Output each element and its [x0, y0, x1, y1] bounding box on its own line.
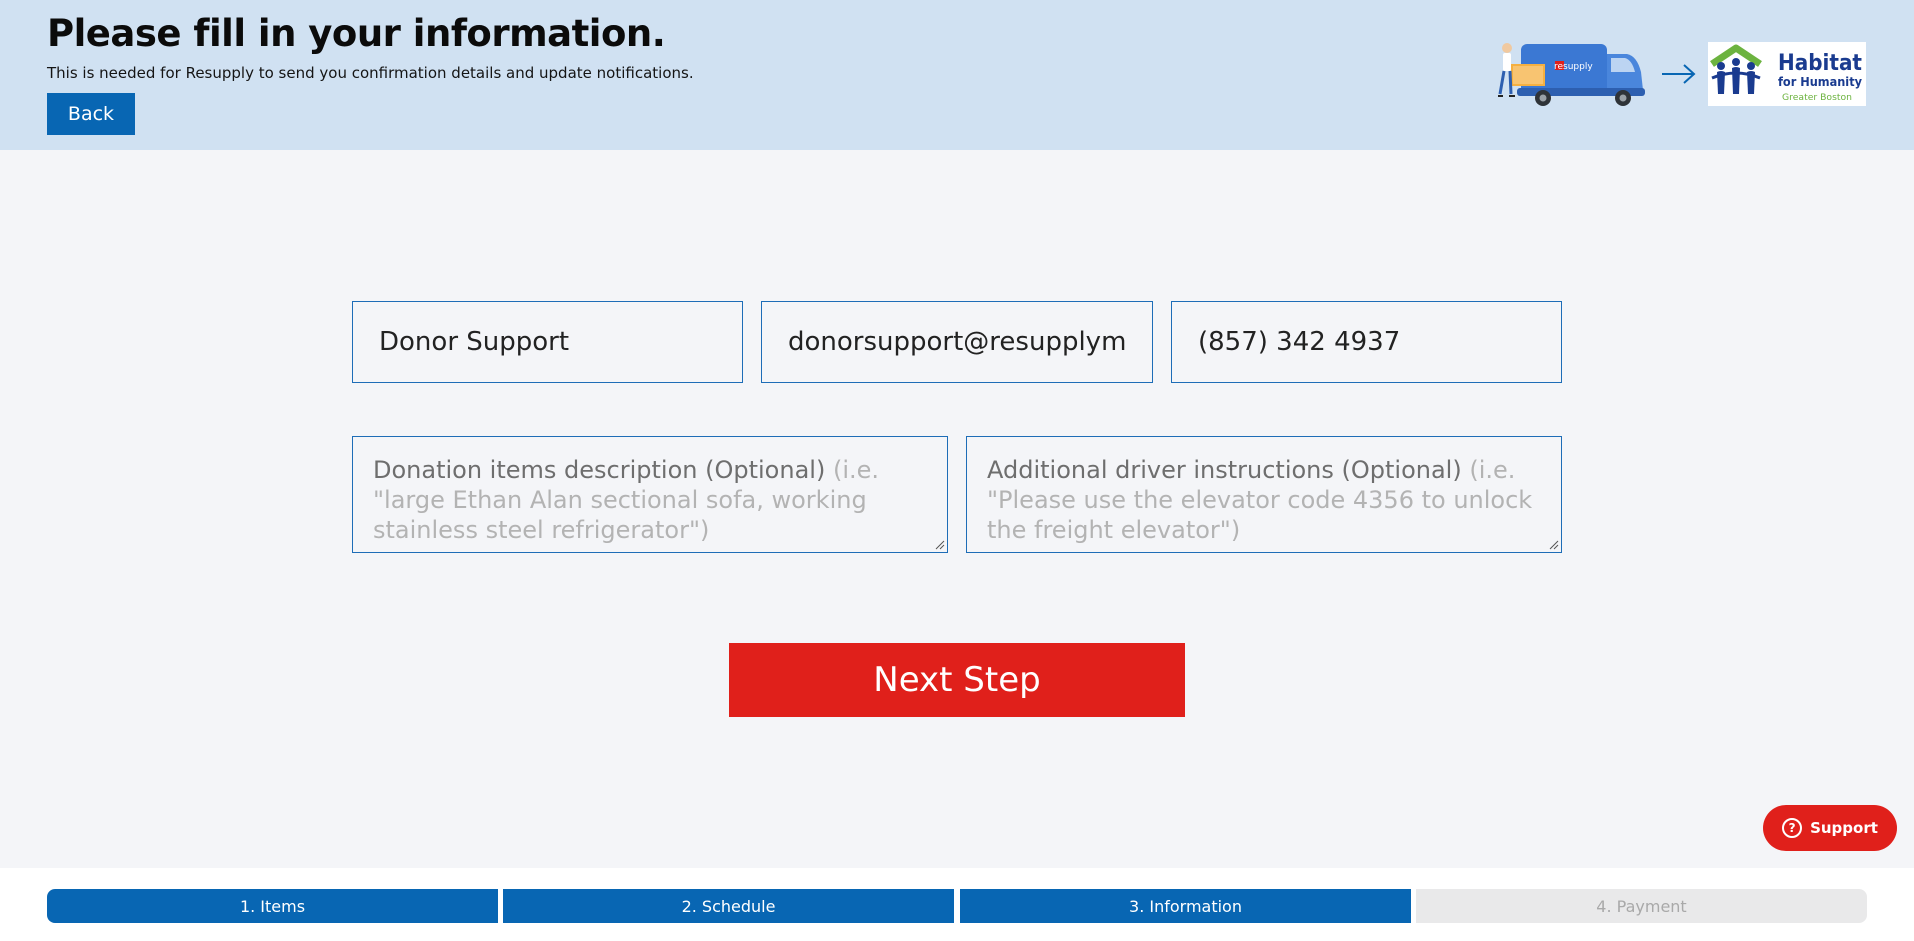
- next-step-button[interactable]: Next Step: [729, 643, 1185, 717]
- habitat-for-humanity-logo: Habitat for Humanity Greater Boston: [1708, 42, 1866, 106]
- habitat-logo-line2: for Humanity: [1778, 75, 1862, 89]
- delivery-truck-illustration: resupply: [1498, 43, 1645, 106]
- step-schedule[interactable]: 2. Schedule: [503, 889, 954, 923]
- description-placeholder-label: Donation items description (Optional): [373, 456, 826, 484]
- step-items[interactable]: 1. Items: [47, 889, 498, 923]
- truck-brand-label: resupply: [1554, 62, 1593, 72]
- email-input[interactable]: [761, 301, 1153, 383]
- instructions-placeholder-label: Additional driver instructions (Optional…: [987, 456, 1462, 484]
- habitat-logo-line1: Habitat: [1778, 51, 1862, 76]
- help-question-icon: ?: [1782, 818, 1803, 838]
- resize-handle-icon[interactable]: [935, 540, 945, 550]
- donation-description-textarea[interactable]: Donation items description (Optional) (i…: [352, 436, 948, 553]
- resize-handle-icon[interactable]: [1549, 540, 1559, 550]
- step-payment: 4. Payment: [1416, 889, 1867, 923]
- step-information[interactable]: 3. Information: [960, 889, 1411, 923]
- phone-input[interactable]: [1171, 301, 1562, 383]
- page-title: Please fill in your information.: [47, 12, 666, 55]
- back-button[interactable]: Back: [47, 93, 135, 135]
- page-header: Please fill in your information. This is…: [0, 0, 1914, 150]
- driver-instructions-textarea[interactable]: Additional driver instructions (Optional…: [966, 436, 1562, 553]
- support-button-label: Support: [1810, 819, 1878, 837]
- page-subtitle: This is needed for Resupply to send you …: [47, 64, 694, 82]
- habitat-logo-line3: Greater Boston: [1782, 93, 1852, 103]
- arrow-right-icon: [1662, 64, 1696, 84]
- support-button[interactable]: ? Support: [1763, 805, 1897, 851]
- name-input[interactable]: [352, 301, 743, 383]
